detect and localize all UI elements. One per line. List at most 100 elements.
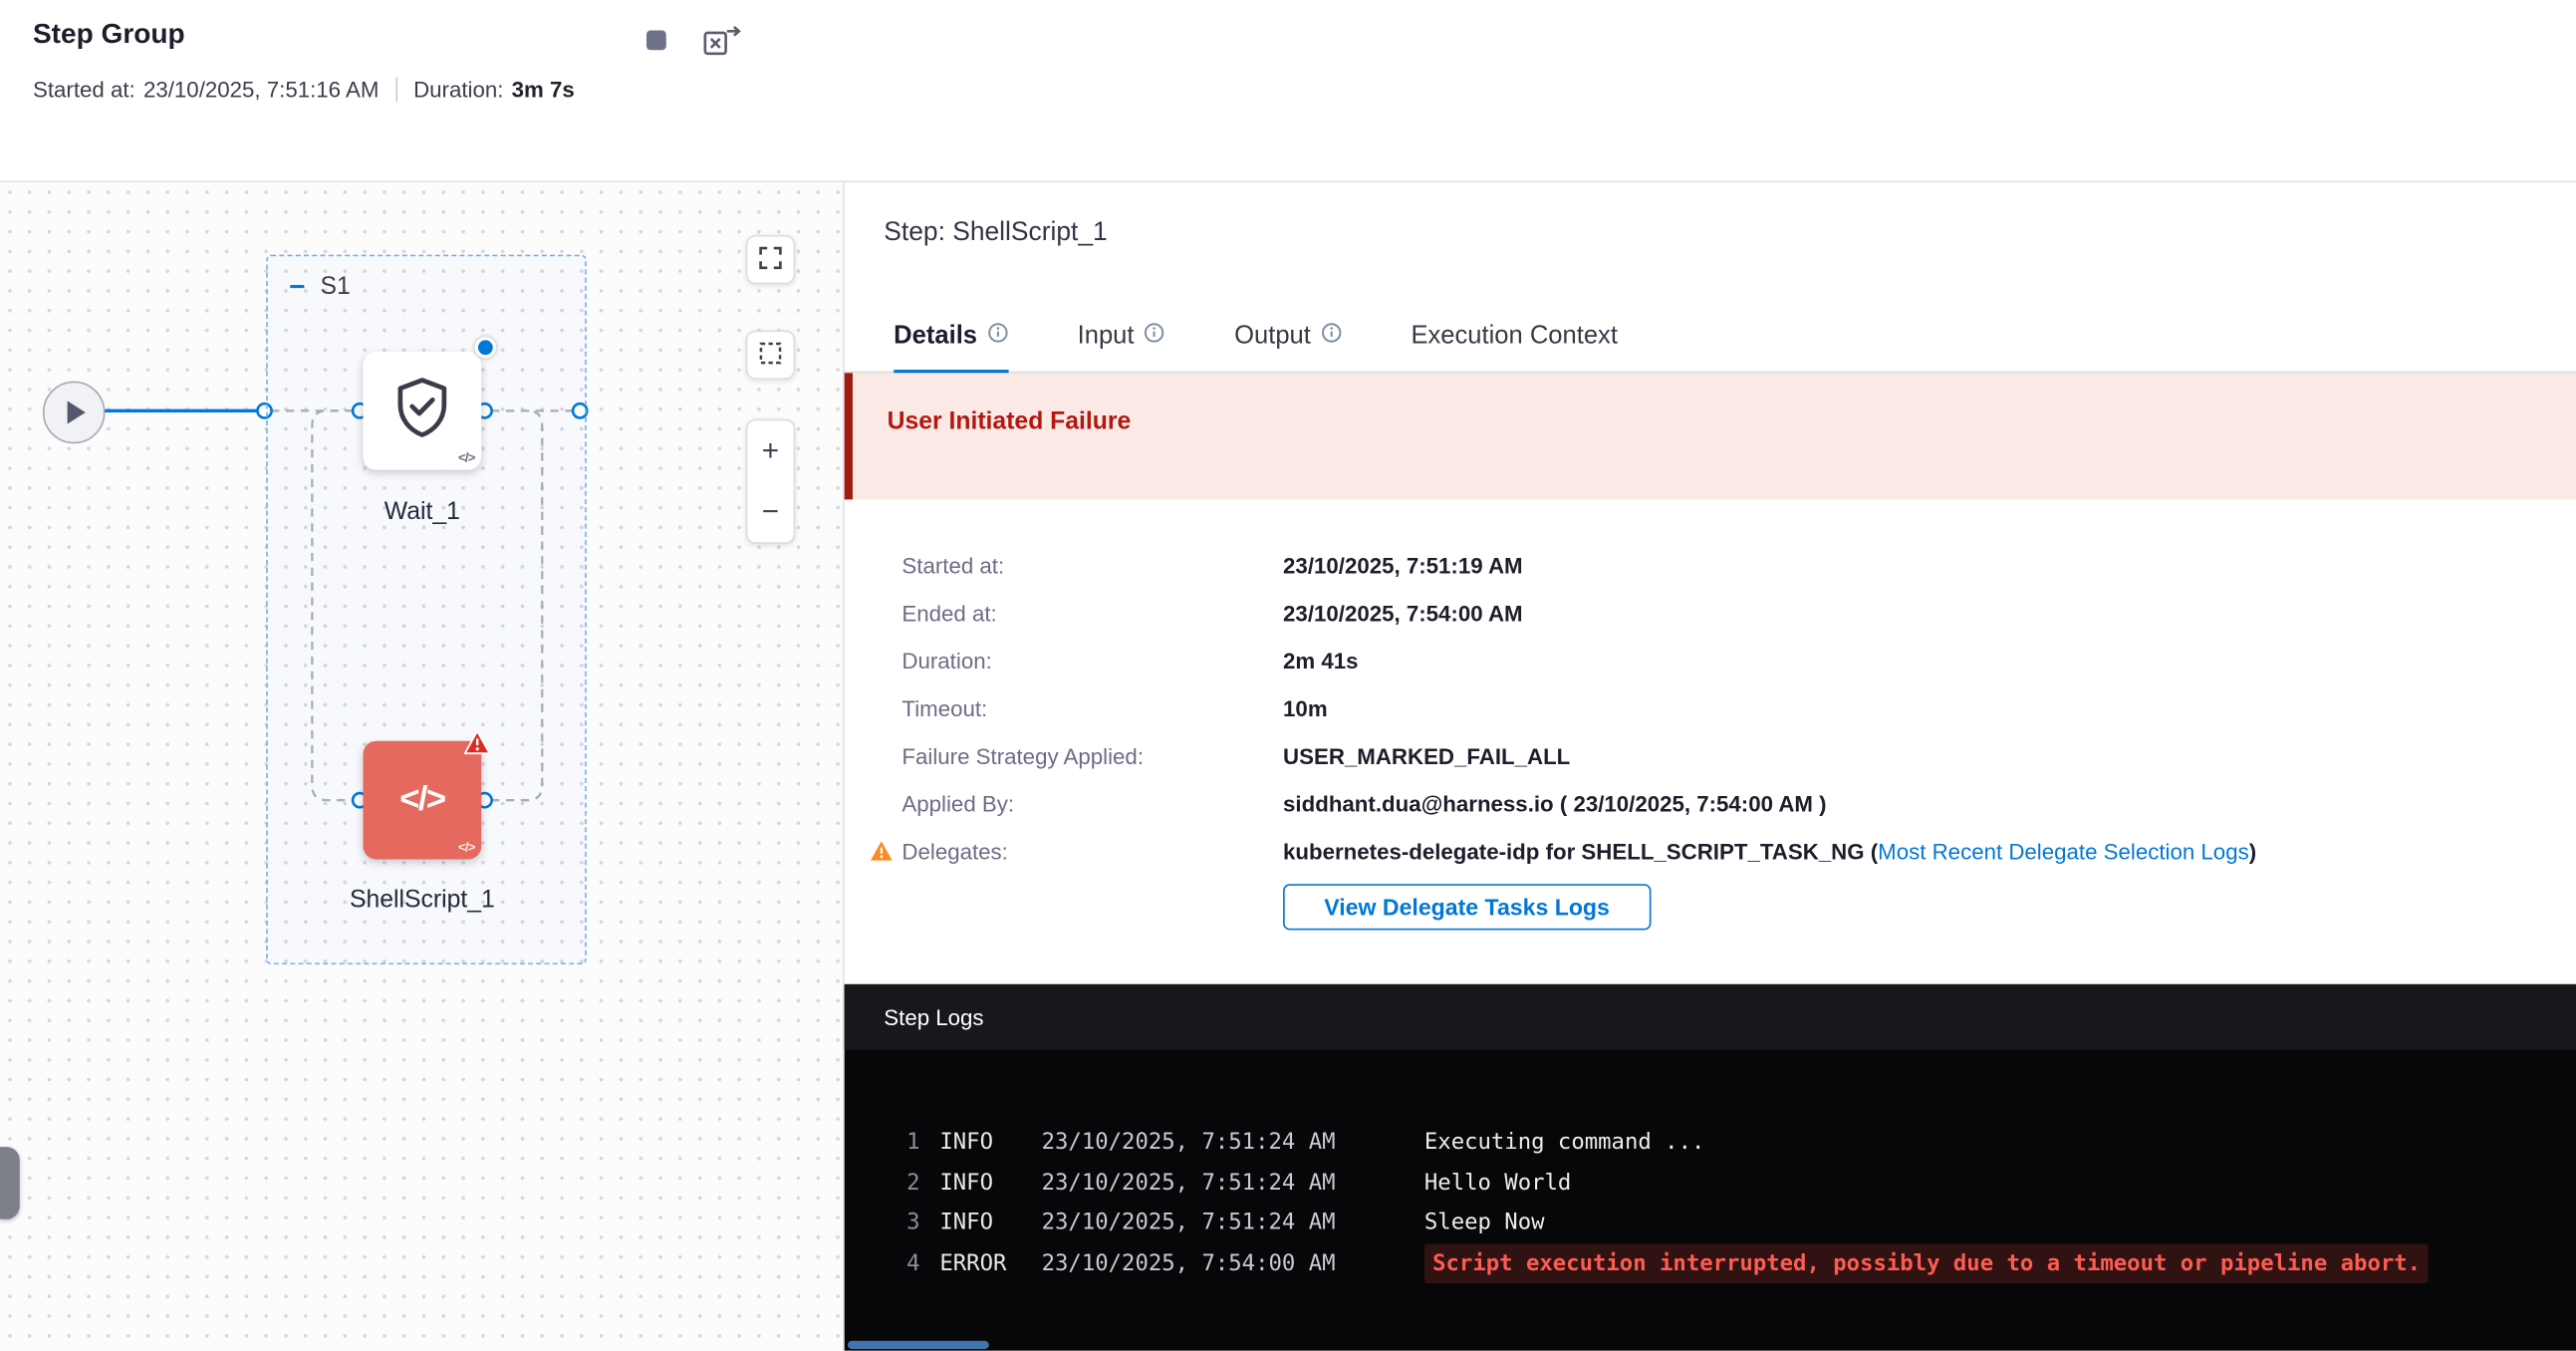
failure-banner-text: User Initiated Failure bbox=[888, 407, 1132, 435]
logs-scrollbar-thumb[interactable] bbox=[848, 1341, 989, 1349]
timeout-value: 10m bbox=[1283, 696, 1328, 721]
start-node bbox=[43, 382, 106, 444]
log-line-number: 4 bbox=[884, 1243, 919, 1283]
failure-strategy-label: Failure Strategy Applied: bbox=[902, 744, 1283, 769]
abort-rollback-button[interactable] bbox=[700, 21, 748, 64]
log-timestamp: 23/10/2025, 7:51:24 AM bbox=[1042, 1122, 1371, 1162]
info-icon[interactable] bbox=[1144, 321, 1164, 351]
tab-execution-context[interactable]: Execution Context bbox=[1411, 301, 1617, 372]
detail-row: Timeout: 10m bbox=[845, 685, 2576, 733]
tab-execution-context-label: Execution Context bbox=[1411, 321, 1617, 351]
log-line: 1 INFO 23/10/2025, 7:51:24 AM Executing … bbox=[845, 1122, 2576, 1162]
code-badge-icon: </> bbox=[458, 450, 475, 465]
step-group-header: − S1 bbox=[289, 273, 351, 301]
stop-button[interactable] bbox=[641, 25, 671, 61]
duration-label: Duration: bbox=[902, 649, 1283, 674]
step-logs-title: Step Logs bbox=[845, 984, 2576, 1050]
step-panel-title: Step: ShellScript_1 bbox=[884, 218, 1107, 248]
step-details-panel: Step: ShellScript_1 Details Input Output bbox=[845, 182, 2576, 1351]
pipeline-canvas: − S1 </> Wait_1 </> </> bbox=[0, 182, 845, 1351]
duration-label: Duration: bbox=[413, 78, 503, 103]
ended-at-label: Ended at: bbox=[902, 602, 1283, 627]
log-line: 2 INFO 23/10/2025, 7:51:24 AM Hello Worl… bbox=[845, 1163, 2576, 1203]
header-actions bbox=[641, 21, 747, 64]
failure-banner: User Initiated Failure bbox=[845, 373, 2576, 499]
started-at-label: Started at: bbox=[902, 554, 1283, 579]
delegate-warning-icon bbox=[869, 840, 894, 871]
log-message: Executing command ... bbox=[1424, 1122, 1705, 1162]
execution-meta: Started at: 23/10/2025, 7:51:16 AM Durat… bbox=[33, 78, 575, 103]
header: Step Group Started at: 23/10/2025, 7: bbox=[0, 0, 2576, 182]
log-level: INFO bbox=[939, 1163, 1025, 1203]
log-level: INFO bbox=[939, 1122, 1025, 1162]
ended-at-value: 23/10/2025, 7:54:00 AM bbox=[1283, 602, 1523, 627]
code-badge-icon: </> bbox=[458, 840, 475, 855]
duration-value: 3m 7s bbox=[512, 78, 575, 103]
play-icon bbox=[68, 401, 86, 423]
tab-input[interactable]: Input bbox=[1078, 301, 1165, 372]
node-label-wait-1: Wait_1 bbox=[291, 498, 554, 526]
tab-bar: Details Input Output Execution Context bbox=[845, 301, 2576, 374]
tab-details[interactable]: Details bbox=[894, 301, 1008, 372]
failure-strategy-value: USER_MARKED_FAIL_ALL bbox=[1283, 744, 1570, 769]
detail-row: Duration: 2m 41s bbox=[845, 638, 2576, 685]
started-at-label: Started at: bbox=[33, 78, 135, 103]
left-edge-drawer-handle[interactable] bbox=[0, 1147, 20, 1219]
duration-value: 2m 41s bbox=[1283, 649, 1359, 674]
stop-icon bbox=[644, 28, 668, 58]
node-wait-1[interactable]: </> bbox=[363, 352, 481, 470]
node-status-dot bbox=[475, 337, 496, 358]
collapse-group-icon[interactable]: − bbox=[289, 275, 305, 298]
delegate-selection-logs-link[interactable]: Most Recent Delegate Selection Logs bbox=[1878, 840, 2249, 865]
detail-row-delegates: Delegates: kubernetes-delegate-idp for S… bbox=[845, 828, 2576, 876]
canvas-fullscreen-button[interactable] bbox=[746, 235, 795, 284]
tab-details-label: Details bbox=[894, 321, 977, 351]
meta-divider bbox=[395, 78, 397, 103]
page-title: Step Group bbox=[33, 18, 185, 51]
log-line-number: 3 bbox=[884, 1203, 919, 1242]
log-message: Hello World bbox=[1424, 1163, 1571, 1203]
started-at-value: 23/10/2025, 7:51:16 AM bbox=[143, 78, 379, 103]
delegates-value-suffix: ) bbox=[2249, 840, 2256, 865]
log-line: 3 INFO 23/10/2025, 7:51:24 AM Sleep Now bbox=[845, 1203, 2576, 1242]
shell-script-icon: </> bbox=[399, 780, 444, 820]
log-timestamp: 23/10/2025, 7:51:24 AM bbox=[1042, 1203, 1371, 1242]
log-timestamp: 23/10/2025, 7:51:24 AM bbox=[1042, 1163, 1371, 1203]
log-line-number: 2 bbox=[884, 1163, 919, 1203]
detail-row: Started at: 23/10/2025, 7:51:19 AM bbox=[845, 542, 2576, 590]
step-logs-console: Step Logs 1 INFO 23/10/2025, 7:51:24 AM … bbox=[845, 984, 2576, 1351]
detail-row: Ended at: 23/10/2025, 7:54:00 AM bbox=[845, 590, 2576, 638]
delegates-value-prefix: kubernetes-delegate-idp for SHELL_SCRIPT… bbox=[1283, 840, 1878, 865]
tab-output[interactable]: Output bbox=[1234, 301, 1342, 372]
log-message: Sleep Now bbox=[1424, 1203, 1545, 1242]
tab-output-label: Output bbox=[1234, 321, 1311, 351]
detail-row: Failure Strategy Applied: USER_MARKED_FA… bbox=[845, 733, 2576, 781]
started-at-value: 23/10/2025, 7:51:19 AM bbox=[1283, 554, 1523, 579]
log-level: ERROR bbox=[939, 1243, 1025, 1283]
tab-input-label: Input bbox=[1078, 321, 1135, 351]
delegates-label: Delegates: bbox=[902, 840, 1283, 865]
info-icon[interactable] bbox=[987, 321, 1008, 351]
applied-by-value: siddhant.dua@harness.io ( 23/10/2025, 7:… bbox=[1283, 792, 1827, 817]
step-group-label: S1 bbox=[320, 273, 350, 301]
log-line-number: 1 bbox=[884, 1122, 919, 1162]
log-message: Script execution interrupted, possibly d… bbox=[1424, 1243, 2429, 1283]
details-section: Started at: 23/10/2025, 7:51:19 AM Ended… bbox=[845, 542, 2576, 876]
node-label-shellscript-1: ShellScript_1 bbox=[291, 886, 554, 914]
canvas-select-button[interactable] bbox=[746, 330, 795, 379]
log-line-error: 4 ERROR 23/10/2025, 7:54:00 AM Script ex… bbox=[845, 1243, 2576, 1283]
marquee-select-icon bbox=[757, 340, 783, 371]
zoom-controls: + − bbox=[746, 419, 795, 544]
step-logs-body: 1 INFO 23/10/2025, 7:51:24 AM Executing … bbox=[845, 1050, 2576, 1283]
expand-icon bbox=[757, 244, 783, 275]
view-delegate-tasks-logs-button[interactable]: View Delegate Tasks Logs bbox=[1283, 884, 1651, 930]
info-icon[interactable] bbox=[1321, 321, 1342, 351]
log-level: INFO bbox=[939, 1203, 1025, 1242]
detail-row: Applied By: siddhant.dua@harness.io ( 23… bbox=[845, 780, 2576, 828]
log-timestamp: 23/10/2025, 7:54:00 AM bbox=[1042, 1243, 1371, 1283]
zoom-in-button[interactable]: + bbox=[747, 420, 793, 481]
step-execution-view: Step Group Started at: 23/10/2025, 7: bbox=[0, 0, 2576, 1351]
zoom-out-button[interactable]: − bbox=[747, 481, 793, 542]
failure-warning-icon bbox=[463, 729, 491, 764]
applied-by-label: Applied By: bbox=[902, 792, 1283, 817]
